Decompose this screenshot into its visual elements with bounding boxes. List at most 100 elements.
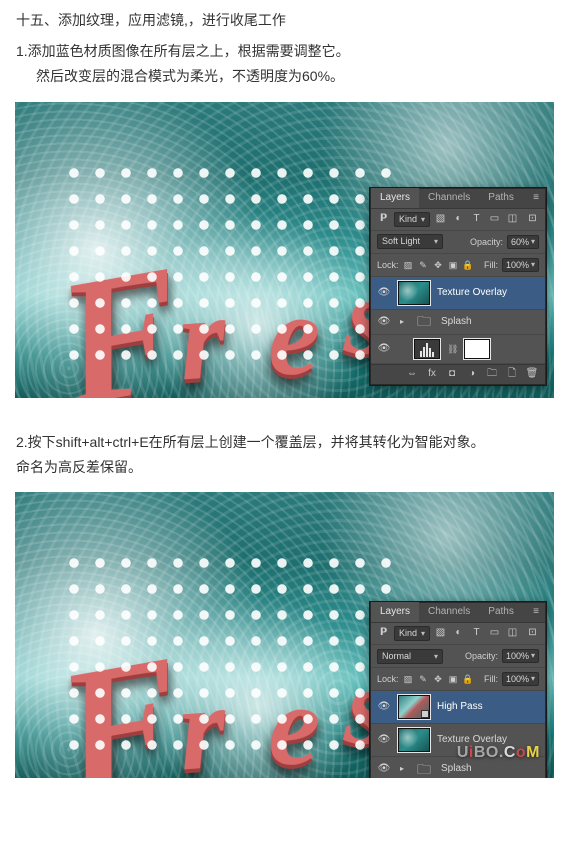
lock-artboard-icon[interactable]: ▣ (448, 674, 459, 685)
filter-smart-icon[interactable]: ◫ (506, 627, 519, 640)
layer-row-splash[interactable]: 👁 ▸ 🗀 Splash (371, 310, 545, 335)
opacity-field[interactable]: 60%▾ (507, 235, 539, 249)
layers-list: 👁 Texture Overlay 👁 ▸ 🗀 Splash 👁 ⛓ (371, 277, 545, 364)
panel-menu-icon[interactable]: ≡ (527, 602, 545, 622)
fill-field[interactable]: 100%▾ (502, 258, 539, 272)
filter-toggle-icon[interactable]: ⊡ (526, 213, 539, 226)
filter-kind-select[interactable]: Kind ▾ (394, 212, 430, 227)
trash-icon[interactable]: 🗑 (525, 365, 539, 383)
filter-kind-label: Kind (399, 213, 417, 226)
link-icon[interactable]: ⛓ (447, 341, 457, 357)
tab-channels[interactable]: Channels (419, 188, 479, 208)
filter-smart-icon[interactable]: ◫ (506, 213, 519, 226)
tab-channels[interactable]: Channels (419, 602, 479, 622)
filter-row: 𝗣 Kind ▾ ▧ ◐ T ▭ ◫ ⊡ (371, 209, 545, 231)
visibility-eye-icon[interactable]: 👁 (377, 342, 391, 356)
folder-icon: 🗀 (413, 313, 435, 331)
filter-row: 𝗣 Kind▾ ▧ ◐ T ▭ ◫ ⊡ (371, 623, 545, 645)
step-1-line-1: 1.添加蓝色材质图像在所有层之上，根据需要调整它。 (16, 39, 553, 64)
visibility-eye-icon[interactable]: 👁 (377, 286, 391, 300)
adjustment-add-icon[interactable]: ◑ (465, 365, 479, 383)
chevron-down-icon: ▾ (421, 627, 425, 640)
lock-row: Lock: ▨ ✎ ✥ ▣ 🔒 Fill: 100%▾ (371, 254, 545, 277)
opacity-field[interactable]: 100%▾ (502, 649, 539, 663)
visibility-eye-icon[interactable]: 👁 (377, 700, 391, 714)
search-icon[interactable]: 𝗣 (377, 213, 390, 226)
group-new-icon[interactable]: 🗀 (485, 365, 499, 383)
figure-2: F r e s Layers Channels Paths ≡ 𝗣 Kind▾ … (15, 492, 554, 778)
mask-add-icon[interactable]: ◘ (445, 365, 459, 383)
opacity-value: 60% (511, 236, 529, 248)
search-icon[interactable]: 𝗣 (377, 627, 390, 640)
fill-label: Fill: (484, 257, 498, 273)
filter-adjust-icon[interactable]: ◐ (452, 213, 465, 226)
layer-thumbnail[interactable] (397, 694, 431, 720)
layer-thumbnail[interactable] (397, 280, 431, 306)
filter-toggle-icon[interactable]: ⊡ (526, 627, 539, 640)
panel-menu-icon[interactable]: ≡ (527, 188, 545, 208)
filter-pixel-icon[interactable]: ▧ (434, 213, 447, 226)
lock-row: Lock: ▨ ✎ ✥ ▣ 🔒 Fill: 100%▾ (371, 668, 545, 691)
tab-paths[interactable]: Paths (479, 188, 523, 208)
layer-row-high-pass[interactable]: 👁 High Pass (371, 691, 545, 724)
opacity-label: Opacity: (470, 234, 503, 250)
lock-transparent-icon[interactable]: ▨ (403, 259, 414, 270)
visibility-eye-icon[interactable]: 👁 (377, 315, 391, 329)
step-1-line-2: 然后改变层的混合模式为柔光，不透明度为60%。 (16, 64, 553, 89)
layer-thumbnail[interactable] (397, 727, 431, 753)
layer-row-texture-overlay[interactable]: 👁 Texture Overlay (371, 277, 545, 310)
fill-value: 100% (506, 673, 529, 685)
letter-e: e (265, 231, 323, 398)
filter-shape-icon[interactable]: ▭ (488, 213, 501, 226)
lock-all-icon[interactable]: 🔒 (463, 674, 474, 685)
layer-new-icon[interactable]: 🗋 (505, 365, 519, 383)
tab-layers[interactable]: Layers (371, 602, 419, 622)
fill-value: 100% (506, 259, 529, 271)
layer-row-levels[interactable]: 👁 ⛓ (371, 335, 545, 364)
step-1: 1.添加蓝色材质图像在所有层之上，根据需要调整它。 然后改变层的混合模式为柔光，… (16, 39, 553, 89)
step-2-line-1: 2.按下shift+alt+ctrl+E在所有层上创建一个覆盖层，并将其转化为智… (16, 430, 553, 455)
lock-transparent-icon[interactable]: ▨ (403, 674, 414, 685)
filter-kind-select[interactable]: Kind▾ (394, 626, 430, 641)
fill-label: Fill: (484, 671, 498, 687)
fx-icon[interactable]: fx (425, 365, 439, 383)
lock-artboard-icon[interactable]: ▣ (448, 259, 459, 270)
lock-position-icon[interactable]: ✥ (433, 674, 444, 685)
tab-layers[interactable]: Layers (371, 188, 419, 208)
panel-footer: ⇔ fx ◘ ◑ 🗀 🗋 🗑 (371, 364, 545, 384)
fill-field[interactable]: 100%▾ (502, 672, 539, 686)
lock-position-icon[interactable]: ✥ (433, 259, 444, 270)
filter-type-icon[interactable]: T (470, 213, 483, 226)
filter-type-icon[interactable]: T (470, 627, 483, 640)
letter-r: r (172, 619, 234, 778)
letter-e: e (265, 621, 323, 778)
filter-pixel-icon[interactable]: ▧ (434, 627, 447, 640)
chevron-down-icon: ▾ (434, 650, 438, 663)
layer-name: Texture Overlay (437, 284, 507, 302)
group-caret-icon[interactable]: ▸ (397, 315, 407, 329)
figure-1: F r e s Layers Channels Paths ≡ 𝗣 Kind▾ … (15, 102, 554, 398)
panel-tabs: Layers Channels Paths ≡ (371, 189, 545, 209)
link-layers-icon[interactable]: ⇔ (405, 365, 419, 383)
levels-adjustment-icon[interactable] (413, 338, 441, 360)
lock-label: Lock: (377, 671, 399, 687)
lock-all-icon[interactable]: 🔒 (463, 259, 474, 270)
group-caret-icon[interactable]: ▸ (397, 762, 407, 776)
filter-adjust-icon[interactable]: ◐ (452, 627, 465, 640)
blend-mode-select[interactable]: Soft Light▾ (377, 234, 443, 249)
blend-mode-select[interactable]: Normal▾ (377, 649, 443, 664)
visibility-eye-icon[interactable]: 👁 (377, 733, 391, 747)
chevron-down-icon: ▾ (531, 650, 535, 662)
tab-paths[interactable]: Paths (479, 602, 523, 622)
visibility-eye-icon[interactable]: 👁 (377, 762, 391, 776)
step-2-line-2: 命名为高反差保留。 (16, 455, 553, 480)
blend-row: Normal▾ Opacity: 100%▾ (371, 645, 545, 668)
opacity-label: Opacity: (465, 648, 498, 664)
layer-mask-thumbnail[interactable] (463, 338, 491, 360)
chevron-down-icon: ▾ (421, 213, 425, 226)
lock-pixel-icon[interactable]: ✎ (418, 259, 429, 270)
letter-r: r (172, 228, 234, 397)
layer-name: High Pass (437, 698, 483, 716)
lock-pixel-icon[interactable]: ✎ (418, 674, 429, 685)
filter-shape-icon[interactable]: ▭ (488, 627, 501, 640)
